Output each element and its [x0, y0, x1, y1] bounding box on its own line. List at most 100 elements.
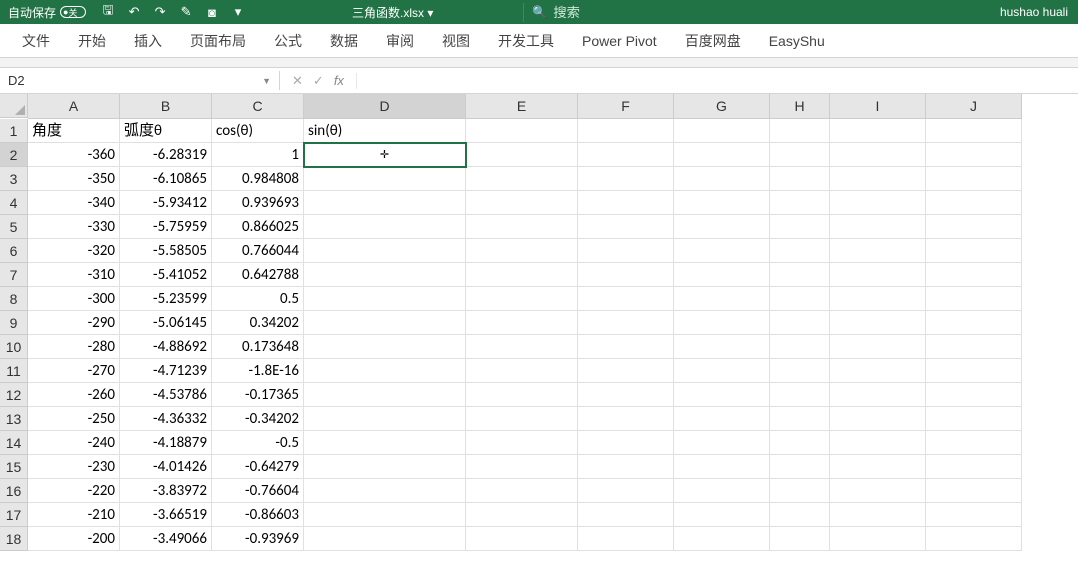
- row-header[interactable]: 16: [0, 479, 28, 503]
- cell[interactable]: [770, 167, 830, 191]
- select-all-corner[interactable]: [0, 94, 28, 118]
- cell[interactable]: -310: [28, 263, 120, 287]
- cell[interactable]: [304, 383, 466, 407]
- cell[interactable]: [770, 527, 830, 551]
- cell[interactable]: -290: [28, 311, 120, 335]
- cell[interactable]: [770, 503, 830, 527]
- row-header[interactable]: 5: [0, 215, 28, 239]
- cell[interactable]: -0.17365: [212, 383, 304, 407]
- cell[interactable]: [770, 191, 830, 215]
- cell[interactable]: [674, 383, 770, 407]
- cell[interactable]: [466, 191, 578, 215]
- formula-input[interactable]: [357, 71, 1078, 90]
- cell[interactable]: [466, 167, 578, 191]
- cell[interactable]: 0.984808: [212, 167, 304, 191]
- cell[interactable]: -250: [28, 407, 120, 431]
- cell[interactable]: [830, 167, 926, 191]
- column-header[interactable]: A: [28, 94, 120, 119]
- cell[interactable]: sin(θ): [304, 119, 466, 143]
- cell[interactable]: [466, 383, 578, 407]
- cell[interactable]: -0.5: [212, 431, 304, 455]
- row-header[interactable]: 2: [0, 143, 28, 167]
- cell[interactable]: [926, 287, 1022, 311]
- row-header[interactable]: 1: [0, 119, 28, 143]
- cell[interactable]: -6.10865: [120, 167, 212, 191]
- ribbon-tab[interactable]: 开发工具: [484, 23, 568, 59]
- cell[interactable]: [926, 119, 1022, 143]
- cell[interactable]: [304, 407, 466, 431]
- cell[interactable]: [578, 527, 674, 551]
- search-box[interactable]: 🔍: [523, 3, 990, 22]
- cell[interactable]: -270: [28, 359, 120, 383]
- cell[interactable]: [578, 503, 674, 527]
- cell[interactable]: -350: [28, 167, 120, 191]
- cell[interactable]: 0.5: [212, 287, 304, 311]
- user-name[interactable]: hushao huali: [990, 5, 1078, 19]
- cell[interactable]: [578, 479, 674, 503]
- cell[interactable]: [466, 143, 578, 167]
- cell[interactable]: -5.06145: [120, 311, 212, 335]
- cell[interactable]: [674, 191, 770, 215]
- cell[interactable]: [830, 431, 926, 455]
- cancel-icon[interactable]: ✕: [292, 73, 303, 89]
- cell[interactable]: -4.71239: [120, 359, 212, 383]
- row-header[interactable]: 13: [0, 407, 28, 431]
- cell[interactable]: -0.86603: [212, 503, 304, 527]
- cell[interactable]: [770, 431, 830, 455]
- cell[interactable]: [304, 503, 466, 527]
- cell[interactable]: [830, 239, 926, 263]
- cell[interactable]: -5.75959: [120, 215, 212, 239]
- cell[interactable]: [466, 263, 578, 287]
- cell[interactable]: [770, 119, 830, 143]
- column-header[interactable]: J: [926, 94, 1022, 119]
- cell[interactable]: [466, 287, 578, 311]
- cell[interactable]: -0.64279: [212, 455, 304, 479]
- cell[interactable]: [304, 311, 466, 335]
- cell[interactable]: [926, 215, 1022, 239]
- column-header[interactable]: C: [212, 94, 304, 119]
- cell[interactable]: [674, 503, 770, 527]
- cell[interactable]: [578, 119, 674, 143]
- autosave-toggle[interactable]: 自动保存 ● 关: [0, 4, 94, 21]
- column-header[interactable]: D: [304, 94, 466, 119]
- cell[interactable]: -1.8E-16: [212, 359, 304, 383]
- cell[interactable]: [770, 239, 830, 263]
- cell[interactable]: -5.23599: [120, 287, 212, 311]
- cell[interactable]: -260: [28, 383, 120, 407]
- cell[interactable]: [830, 455, 926, 479]
- cell[interactable]: [830, 311, 926, 335]
- cell[interactable]: [674, 407, 770, 431]
- cell[interactable]: 0.34202: [212, 311, 304, 335]
- cell[interactable]: [578, 431, 674, 455]
- cell[interactable]: [674, 431, 770, 455]
- column-header[interactable]: F: [578, 94, 674, 119]
- cell[interactable]: ✛: [304, 143, 466, 167]
- cell[interactable]: 0.939693: [212, 191, 304, 215]
- cell[interactable]: 弧度θ: [120, 119, 212, 143]
- cell[interactable]: [578, 167, 674, 191]
- cell[interactable]: -200: [28, 527, 120, 551]
- cell[interactable]: [926, 479, 1022, 503]
- cell[interactable]: -300: [28, 287, 120, 311]
- cell[interactable]: [466, 479, 578, 503]
- cell[interactable]: [674, 359, 770, 383]
- cell[interactable]: [304, 287, 466, 311]
- cell[interactable]: [770, 359, 830, 383]
- cell[interactable]: [466, 359, 578, 383]
- cell[interactable]: [830, 191, 926, 215]
- ribbon-tab[interactable]: 审阅: [372, 23, 428, 59]
- cell[interactable]: [830, 359, 926, 383]
- cell[interactable]: [674, 479, 770, 503]
- cell[interactable]: [674, 335, 770, 359]
- cell[interactable]: [304, 431, 466, 455]
- cell[interactable]: [770, 263, 830, 287]
- cell[interactable]: [304, 335, 466, 359]
- cell[interactable]: [578, 359, 674, 383]
- cell[interactable]: [926, 239, 1022, 263]
- row-header[interactable]: 3: [0, 167, 28, 191]
- cell[interactable]: [304, 191, 466, 215]
- cell[interactable]: [674, 239, 770, 263]
- cell[interactable]: -330: [28, 215, 120, 239]
- cell[interactable]: -4.53786: [120, 383, 212, 407]
- cell[interactable]: [466, 431, 578, 455]
